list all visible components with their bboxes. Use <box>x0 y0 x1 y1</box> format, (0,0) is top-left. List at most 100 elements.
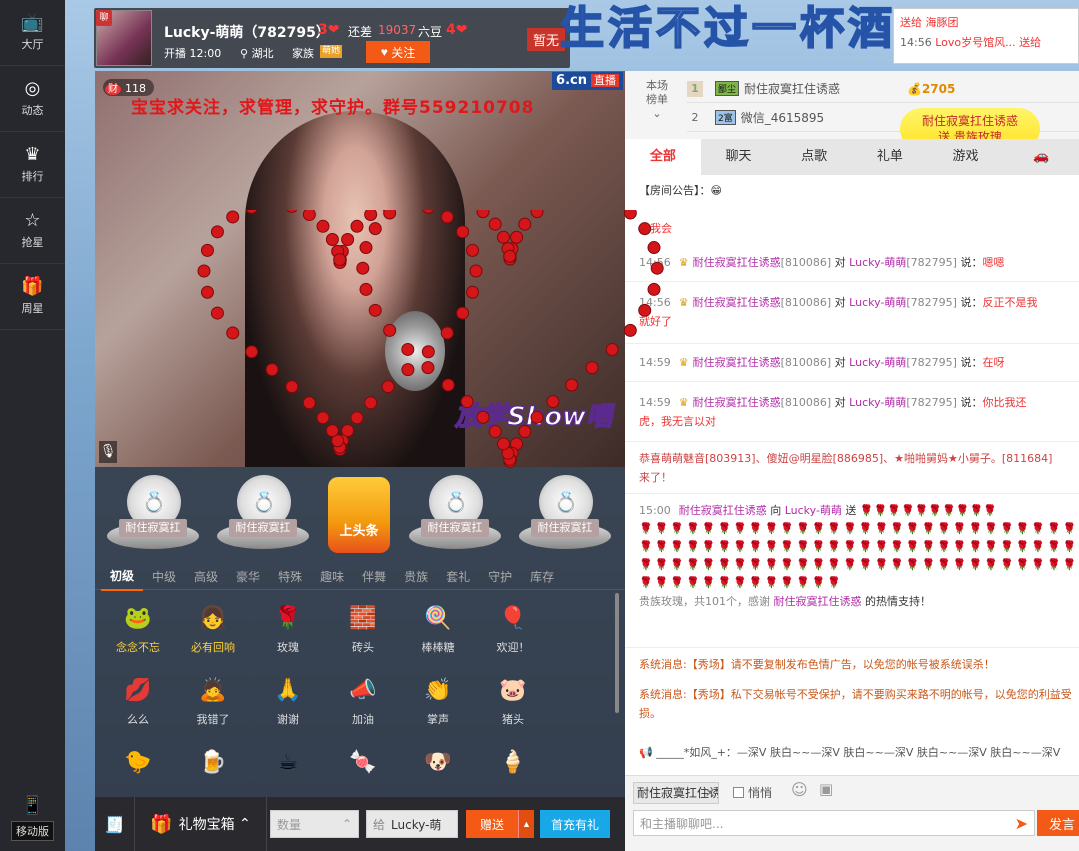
gift-name: 猪头 <box>502 713 524 726</box>
gift-pedestal[interactable]: 💍 耐住寂寞扛 <box>409 475 501 555</box>
sidebar-item-hall[interactable]: 📺 大厅 <box>0 0 65 66</box>
system-message: 系统消息:【秀场】私下交易帐号不受保护，请不要购买来路不明的帐号，以免您的利益受… <box>639 688 1072 720</box>
gift-tab[interactable]: 守护 <box>479 564 521 590</box>
chat-tabs: 全部 聊天 点歌 礼单 游戏 🚗 <box>625 139 1079 175</box>
megaphone-icon: 📢 <box>639 746 657 759</box>
sidebar-mobile-link[interactable]: 📱 移动版 <box>0 796 65 841</box>
gift-icon: 🍭 <box>424 605 452 631</box>
gift-tab[interactable]: 特殊 <box>269 564 311 590</box>
gift-box-button[interactable]: 🎁 礼物宝箱 ⌃ <box>135 797 267 851</box>
gift-icon: 🐶 <box>424 749 452 775</box>
recipient-field[interactable]: 给 Lucky-萌 <box>366 810 458 838</box>
car-icon[interactable]: 🚗 <box>1003 139 1079 175</box>
tab-gift-list[interactable]: 礼单 <box>852 139 928 175</box>
image-icon[interactable]: ▣ <box>819 780 833 798</box>
gift-grid: 🐸 念念不忘 👧 必有回响 🌹 玫瑰 🧱 砖头 🍭 棒棒糖 🎈 欢迎！ 💋 么么 🙇 我错了 🙏 谢谢 📣 加油 👏 掌声… <box>95 595 611 795</box>
gift-icon: 🌹 <box>274 605 302 631</box>
star-icon: ☆ <box>24 210 41 231</box>
tab-chat[interactable]: 聊天 <box>701 139 777 175</box>
gift-item[interactable]: 🌹 玫瑰 <box>251 595 325 665</box>
system-message: 系统消息:【秀场】请不要复制发布色情广告，以免您的帐号被系统误杀！ <box>639 658 995 671</box>
avatar[interactable]: 聊 <box>96 10 152 66</box>
chat-input[interactable]: 和主播聊聊吧... ➤ <box>633 810 1035 836</box>
rank-badge: 鄙尘 <box>715 81 740 96</box>
gift-scrollbar[interactable] <box>615 593 619 713</box>
gift-item[interactable]: 🐷 猪头 <box>476 667 550 737</box>
gift-item[interactable]: 🍭 棒棒糖 <box>401 595 475 665</box>
family-badge[interactable]: 萌她 <box>320 45 343 58</box>
chevron-down-icon: ⌄ <box>652 107 662 120</box>
tab-song[interactable]: 点歌 <box>776 139 852 175</box>
gift-item[interactable]: 🧱 砖头 <box>326 595 400 665</box>
gift-icon: 🙇 <box>199 677 227 703</box>
gift-item[interactable]: 👧 必有回响 <box>176 595 250 665</box>
tv-icon: 📺 <box>21 12 44 33</box>
gift-icon: 🐸 <box>124 605 152 631</box>
whisper-toggle[interactable]: 悄悄 <box>733 784 772 801</box>
gift-icon: 🎈 <box>499 605 527 631</box>
family-label: 家族 <box>292 47 314 60</box>
gift-icon: 📣 <box>349 677 377 703</box>
follow-button[interactable]: ♥ 关注 <box>366 41 430 63</box>
headline-button[interactable]: 上头条 <box>328 477 390 553</box>
gift-tab[interactable]: 套礼 <box>437 564 479 590</box>
gift-tab[interactable]: 中级 <box>143 564 185 590</box>
gift-item[interactable]: 📣 加油 <box>326 667 400 737</box>
gift-tab[interactable]: 高级 <box>185 564 227 590</box>
sidebar-item-weekly-star[interactable]: 🎁 周星 <box>0 264 65 330</box>
emoji-icon[interactable]: ☺ <box>791 780 808 799</box>
microphone-icon[interactable]: 🎙 <box>99 441 117 463</box>
bean-label: 六豆 <box>418 25 443 39</box>
send-options-button[interactable]: ▲ <box>518 810 534 838</box>
gift-pedestal[interactable]: 💍 耐住寂寞扛 <box>519 475 611 555</box>
sidebar-item-dynamics[interactable]: ◎ 动态 <box>0 66 65 132</box>
site-logo: 6.cn 直播 <box>552 72 623 90</box>
gift-item[interactable]: 👏 掌声 <box>401 667 475 737</box>
anchor-info-bar: 聊 Lucky-萌萌（782795） 3❤ 还差 19037 六豆 4❤ 开播 … <box>94 8 570 68</box>
recharge-button[interactable]: 首充有礼 <box>540 810 610 838</box>
gift-tab[interactable]: 趣味 <box>311 564 353 590</box>
gift-tab[interactable]: 豪华 <box>227 564 269 590</box>
paper-plane-icon[interactable]: ➤ <box>1015 814 1028 833</box>
sidebar-item-label: 排行 <box>21 170 44 183</box>
tab-game[interactable]: 游戏 <box>928 139 1004 175</box>
sidebar-item-label: 大厅 <box>21 38 44 51</box>
gift-pedestal[interactable]: 💍 耐住寂寞扛 <box>217 475 309 555</box>
gift-pedestal[interactable]: 💍 耐住寂寞扛 <box>107 475 199 555</box>
chat-input-area: 耐住寂寞扛住诱惑 ✕ 悄悄 ☺ ▣ 和主播聊聊吧...➤ 发言 <box>625 775 1079 851</box>
gift-box-icon: 🎁 <box>150 813 173 835</box>
gift-tab[interactable]: 伴舞 <box>353 564 395 590</box>
gift-item[interactable]: 🙇 我错了 <box>176 667 250 737</box>
smile-icon: 😁 <box>710 184 722 197</box>
sidebar-item-grab-star[interactable]: ☆ 抢星 <box>0 198 65 264</box>
send-gift-button[interactable]: 赠送 <box>466 810 518 838</box>
gift-icon: 🍺 <box>199 749 227 775</box>
send-chat-button[interactable]: 发言 <box>1037 810 1079 836</box>
gift-tab[interactable]: 初级 <box>101 563 144 591</box>
sidebar-mobile-label: 移动版 <box>11 821 54 841</box>
sidebar-item-ranking[interactable]: ♛ 排行 <box>0 132 65 198</box>
crown-icon: ♛ <box>678 356 689 369</box>
whisper-checkbox[interactable] <box>733 787 744 798</box>
gift-item[interactable]: 🎈 欢迎！ <box>476 595 550 665</box>
receipt-icon[interactable]: 🧾 <box>95 797 135 851</box>
chevron-up-icon: ⌃ <box>341 817 352 831</box>
gift-tab[interactable]: 贵族 <box>395 564 437 590</box>
ranking-label[interactable]: 本场榜单 ⌄ <box>643 79 671 121</box>
video-banner-text: 宝宝求关注，求管理，求守护。群号559210708 <box>131 98 535 118</box>
gift-item[interactable]: 🙏 谢谢 <box>251 667 325 737</box>
anchor-level-badge: 3❤ <box>318 22 340 38</box>
close-icon[interactable]: ✕ <box>705 782 715 804</box>
gift-icon: 🍦 <box>499 749 527 775</box>
gift-item[interactable]: 🐸 念念不忘 <box>101 595 175 665</box>
gift-tab[interactable]: 库存 <box>521 564 563 590</box>
video-player[interactable]: 财 118 宝宝求关注，求管理，求守护。群号559210708 6.cn 直播 放学… <box>95 71 625 467</box>
level-short-value: 19037 <box>378 23 417 37</box>
quantity-input[interactable]: 数量 ⌃ <box>270 810 359 838</box>
gift-name: 砖头 <box>352 641 374 654</box>
gift-item[interactable]: 💋 么么 <box>101 667 175 737</box>
tab-all[interactable]: 全部 <box>625 139 701 175</box>
coin-icon: 财 <box>105 84 121 95</box>
ranking-row[interactable]: 1 鄙尘 耐住寂寞扛住诱惑 💰2705 <box>687 75 1079 103</box>
notify-line: 耐住寂寞扛住诱惑 <box>921 114 1018 128</box>
